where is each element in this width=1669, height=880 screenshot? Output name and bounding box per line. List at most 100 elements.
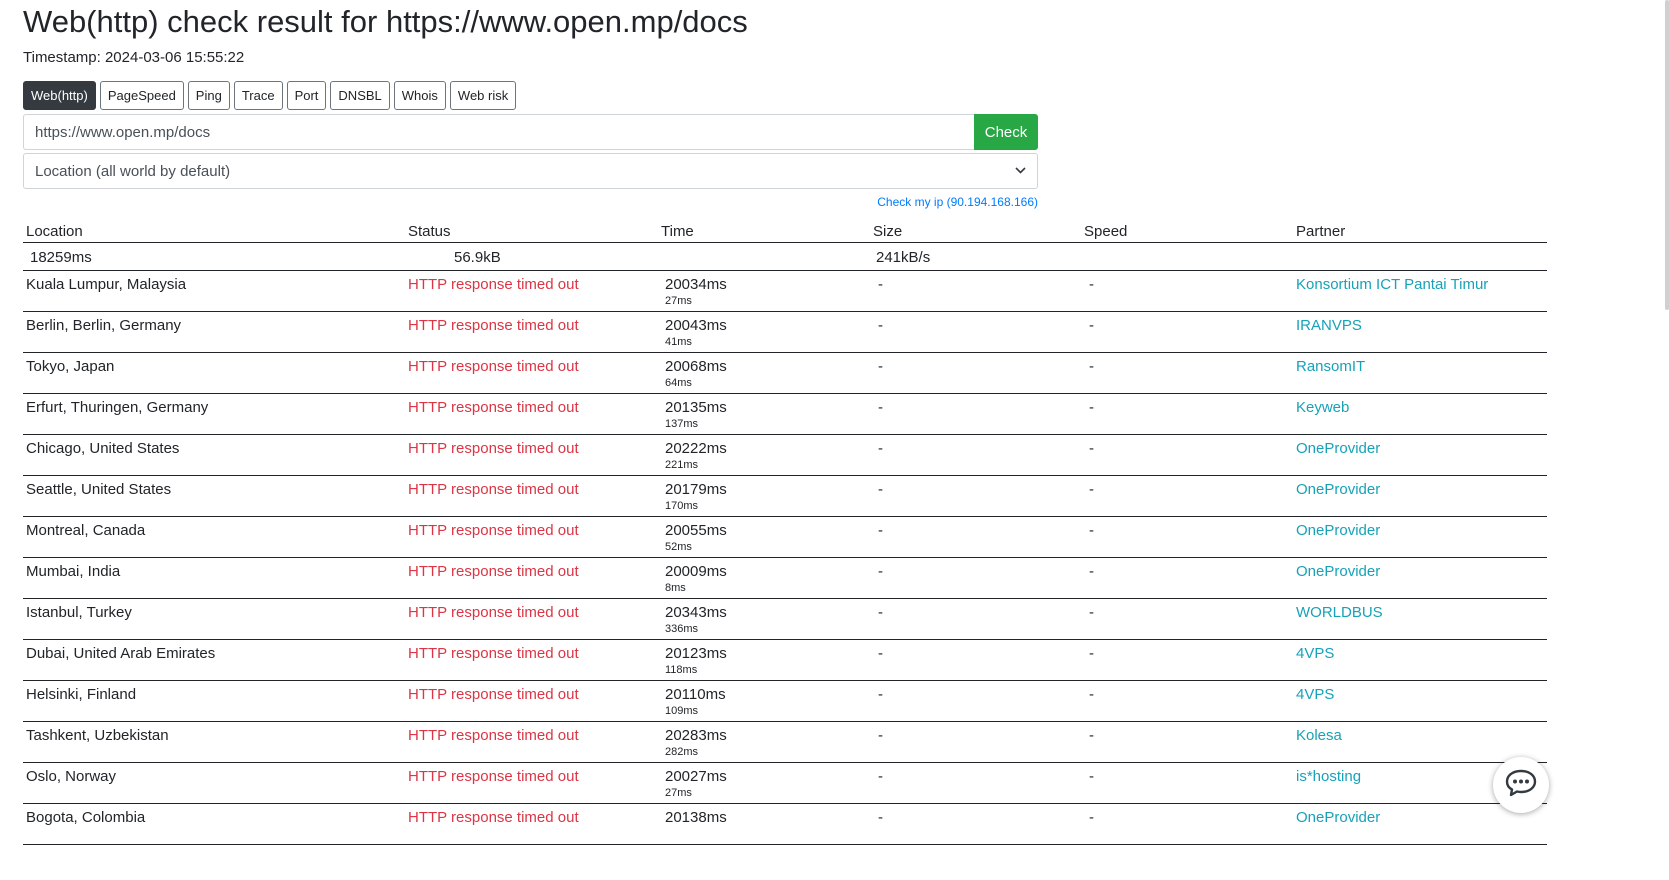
tab-web-risk[interactable]: Web risk: [449, 81, 517, 110]
tab-whois[interactable]: Whois: [393, 81, 446, 110]
row-size: -: [878, 276, 883, 293]
table-row: Seattle, United States HTTP response time…: [23, 476, 1547, 517]
table-row: Kuala Lumpur, Malaysia HTTP response time…: [23, 271, 1547, 312]
row-speed: -: [1089, 727, 1094, 744]
row-location: Chicago, United States: [26, 440, 180, 457]
summary-speed: 241kB/s: [876, 249, 931, 266]
row-speed: -: [1089, 768, 1094, 785]
table-row: Chicago, United States HTTP response time…: [23, 435, 1547, 476]
tab-pagespeed[interactable]: PageSpeed: [99, 81, 184, 110]
url-input[interactable]: [23, 114, 974, 150]
row-time: 20110ms: [665, 686, 726, 703]
row-status: HTTP response timed out: [408, 399, 579, 416]
row-status: HTTP response timed out: [408, 727, 579, 744]
check-my-ip-link[interactable]: Check my ip (90.194.168.166): [877, 195, 1038, 209]
row-partner-link[interactable]: Kolesa: [1296, 727, 1342, 744]
location-select[interactable]: Location (all world by default): [23, 153, 1038, 189]
row-speed: -: [1089, 604, 1094, 621]
row-ping: 27ms: [665, 787, 692, 799]
summary-row: 18259ms 56.9kB 241kB/s: [23, 243, 1547, 271]
results-table: Location Status Time Size Speed Partner …: [23, 222, 1547, 845]
row-partner-link[interactable]: OneProvider: [1296, 522, 1380, 539]
row-status: HTTP response timed out: [408, 276, 579, 293]
row-location: Bogota, Colombia: [26, 809, 146, 826]
row-status: HTTP response timed out: [408, 768, 579, 785]
summary-time: 18259ms: [30, 249, 92, 266]
row-status: HTTP response timed out: [408, 440, 579, 457]
row-size: -: [878, 481, 883, 498]
row-size: -: [878, 563, 883, 580]
row-partner-link[interactable]: WORLDBUS: [1296, 604, 1383, 621]
row-speed: -: [1089, 522, 1094, 539]
row-speed: -: [1089, 399, 1094, 416]
table-row: Dubai, United Arab Emirates HTTP response…: [23, 640, 1547, 681]
row-ping: 118ms: [665, 664, 698, 676]
table-row: Tashkent, Uzbekistan HTTP response timed …: [23, 722, 1547, 763]
row-size: -: [878, 809, 883, 826]
summary-size: 56.9kB: [454, 249, 501, 266]
row-time: 20135ms: [665, 399, 727, 416]
table-header: Location Status Time Size Speed Partner: [23, 222, 1547, 243]
url-form: Check: [23, 114, 1038, 150]
row-status: HTTP response timed out: [408, 645, 579, 662]
row-size: -: [878, 645, 883, 662]
row-speed: -: [1089, 809, 1094, 826]
tab-port[interactable]: Port: [286, 81, 327, 110]
row-location: Montreal, Canada: [26, 522, 146, 539]
tab-web-http[interactable]: Web(http): [23, 81, 96, 110]
tab-dnsbl[interactable]: DNSBL: [330, 81, 390, 110]
table-row: Tokyo, Japan HTTP response timed out 20068…: [23, 353, 1547, 394]
row-partner-link[interactable]: Keyweb: [1296, 399, 1349, 416]
row-status: HTTP response timed out: [408, 522, 579, 539]
row-time: 20138ms: [665, 809, 727, 826]
row-time: 20043ms: [665, 317, 727, 334]
chevron-down-icon: [1015, 165, 1026, 177]
tab-trace[interactable]: Trace: [233, 81, 283, 110]
row-time: 20009ms: [665, 563, 727, 580]
row-ping: 282ms: [665, 746, 699, 758]
row-size: -: [878, 768, 883, 785]
row-size: -: [878, 727, 883, 744]
row-ping: 137ms: [665, 418, 699, 430]
row-partner-link[interactable]: OneProvider: [1296, 809, 1380, 826]
row-status: HTTP response timed out: [408, 481, 579, 498]
row-partner-link[interactable]: 4VPS: [1296, 686, 1334, 703]
row-time: 20027ms: [665, 768, 727, 785]
row-time: 20123ms: [665, 645, 727, 662]
tab-ping[interactable]: Ping: [187, 81, 230, 110]
row-size: -: [878, 399, 883, 416]
row-partner-link[interactable]: OneProvider: [1296, 481, 1380, 498]
row-speed: -: [1089, 645, 1094, 662]
row-partner-link[interactable]: is*hosting: [1296, 768, 1361, 785]
row-location: Seattle, United States: [26, 481, 172, 498]
row-location: Tokyo, Japan: [26, 358, 115, 375]
row-speed: -: [1089, 358, 1094, 375]
row-time: 20222ms: [665, 440, 727, 457]
row-speed: -: [1089, 686, 1094, 703]
row-ping: 41ms: [665, 336, 692, 348]
row-size: -: [878, 440, 883, 457]
location-select-value: Location (all world by default): [35, 162, 231, 180]
row-ping: 8ms: [665, 582, 686, 594]
table-row: Berlin, Berlin, Germany HTTP response tim…: [23, 312, 1547, 353]
row-partner-link[interactable]: Konsortium ICT Pantai Timur: [1296, 276, 1488, 293]
table-row: Oslo, Norway HTTP response timed out 20027…: [23, 763, 1547, 804]
row-location: Berlin, Berlin, Germany: [26, 317, 182, 334]
row-partner-link[interactable]: OneProvider: [1296, 440, 1380, 457]
table-row: Bogota, Colombia HTTP response timed out 2…: [23, 804, 1547, 845]
table-row: Helsinki, Finland HTTP response timed out…: [23, 681, 1547, 722]
row-location: Tashkent, Uzbekistan: [26, 727, 169, 744]
chat-button[interactable]: [1493, 757, 1549, 813]
row-partner-link[interactable]: RansomIT: [1296, 358, 1365, 375]
row-time: 20068ms: [665, 358, 727, 375]
scrollbar[interactable]: [1665, 0, 1669, 310]
header-status: Status: [408, 223, 451, 240]
page-title: Web(http) check result for https://www.o…: [23, 4, 748, 39]
row-partner-link[interactable]: IRANVPS: [1296, 317, 1362, 334]
row-speed: -: [1089, 481, 1094, 498]
row-partner-link[interactable]: OneProvider: [1296, 563, 1380, 580]
row-speed: -: [1089, 440, 1094, 457]
row-size: -: [878, 686, 883, 703]
check-button[interactable]: Check: [974, 114, 1038, 150]
row-partner-link[interactable]: 4VPS: [1296, 645, 1334, 662]
